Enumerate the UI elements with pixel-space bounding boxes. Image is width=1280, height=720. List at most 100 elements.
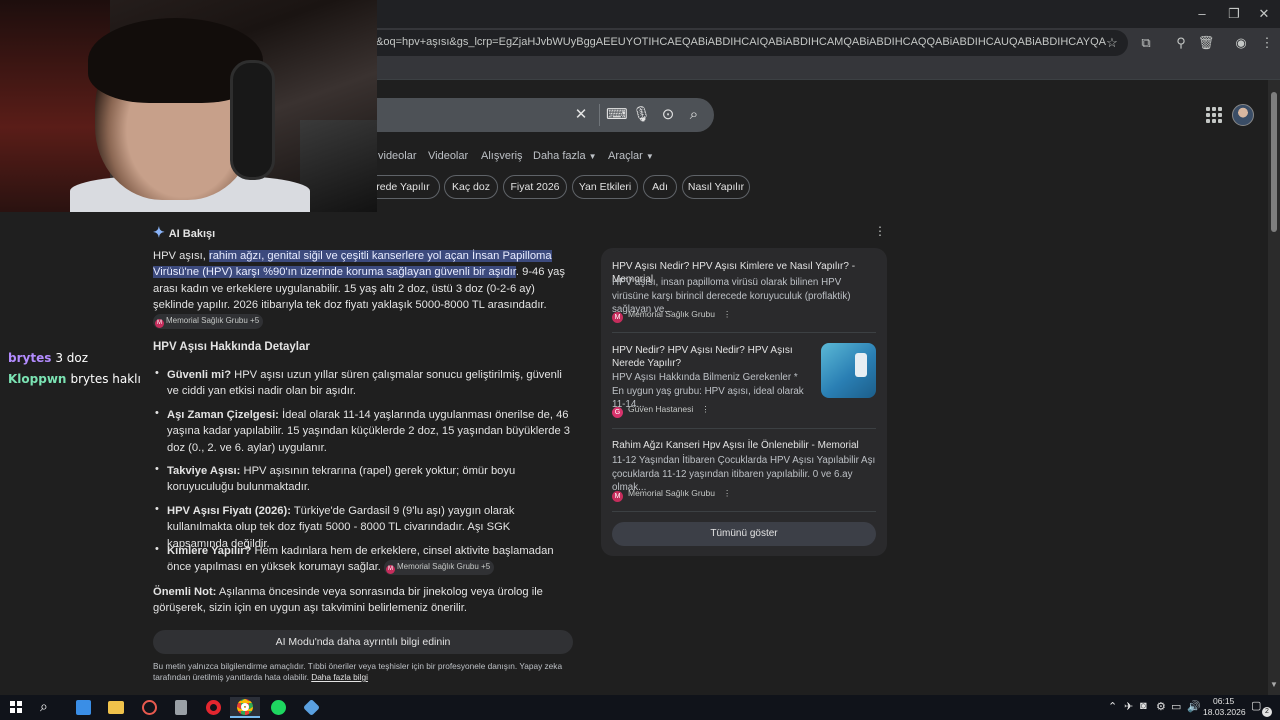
chevron-down-icon: ▼: [588, 152, 597, 161]
bullet-dot-icon: •: [155, 367, 159, 379]
citation-chip[interactable]: M Memorial Sağlık Grubu +5: [153, 314, 264, 330]
bullet-label: Kimlere Yapılır?: [167, 545, 252, 557]
details-heading: HPV Aşısı Hakkında Detaylar: [153, 341, 310, 353]
lens-icon[interactable]: ⊙: [659, 106, 677, 124]
chat-text: brytes haklı: [70, 372, 141, 386]
chrome-icon: [237, 699, 253, 715]
taskbar-chrome[interactable]: [230, 697, 260, 718]
clear-search-icon[interactable]: ✕: [572, 106, 590, 124]
vaccine-thumbnail[interactable]: [821, 343, 876, 398]
ai-mode-button[interactable]: AI Modu'nda daha ayrıntılı bilgi edinin: [153, 630, 573, 654]
taskbar-file-explorer[interactable]: [101, 697, 131, 718]
more-options-icon[interactable]: ⋮: [701, 404, 710, 414]
taskbar-app[interactable]: [296, 697, 326, 718]
windows-start-icon[interactable]: [10, 701, 22, 713]
spotify-icon: [270, 700, 286, 715]
source-site-name: Memorial Sağlık Grubu: [628, 309, 715, 319]
bullet-label: Takviye Aşısı:: [167, 465, 241, 477]
profile-icon[interactable]: ◉: [1232, 34, 1250, 52]
more-options-icon[interactable]: ⋮: [723, 309, 732, 319]
source-site-name: Güven Hastanesi: [628, 404, 694, 414]
scroll-down-arrow-icon[interactable]: ▼: [1268, 680, 1280, 692]
note-label: Önemli Not:: [153, 586, 217, 598]
tab-more[interactable]: Daha fazla ▼: [533, 150, 597, 162]
source-site[interactable]: G Güven Hastanesi ⋮: [612, 404, 710, 418]
search-icon[interactable]: ⌕: [685, 106, 703, 124]
bookmark-star-icon[interactable]: ☆: [1103, 34, 1121, 52]
extensions-icon[interactable]: ⧉: [1137, 34, 1155, 52]
memorial-logo-icon: M: [155, 319, 164, 329]
more-options-icon[interactable]: ⋮: [874, 224, 886, 238]
chevron-down-icon: ▼: [645, 152, 654, 161]
taskbar-opera[interactable]: [198, 697, 228, 718]
tab-videolar-partial[interactable]: videolar: [378, 150, 417, 162]
network-icon[interactable]: ▭: [1171, 700, 1181, 713]
summary-prefix: HPV aşısı,: [153, 250, 209, 262]
discord-icon[interactable]: ◙: [1140, 700, 1147, 712]
bullet-label: Aşı Zaman Çizelgesi:: [167, 409, 279, 421]
scrollbar-thumb[interactable]: [1271, 92, 1277, 232]
divider: [612, 428, 876, 429]
search-icon[interactable]: ⌕: [40, 698, 48, 715]
detail-bullet: Kimlere Yapılır? Hem kadınlara hem de er…: [167, 543, 573, 576]
chip-adi[interactable]: Adı: [643, 175, 677, 199]
tray-app-icon[interactable]: ✈: [1124, 700, 1133, 713]
clock-time[interactable]: 06:15: [1213, 696, 1234, 706]
tab-videolar[interactable]: Videolar: [428, 150, 468, 162]
detail-bullet: Aşı Zaman Çizelgesi: İdeal olarak 11-14 …: [167, 407, 573, 456]
bullet-dot-icon: •: [155, 503, 159, 515]
opera-icon: [205, 700, 221, 715]
citation-label: Memorial Sağlık Grubu +5: [166, 316, 260, 326]
source-title-link[interactable]: HPV Nedir? HPV Aşısı Nedir? HPV Aşısı Ne…: [612, 344, 812, 370]
taskbar-app[interactable]: [134, 697, 164, 718]
chip-nasil-yapilir[interactable]: Nasıl Yapılır: [682, 175, 750, 199]
chip-fiyat-2026[interactable]: Fiyat 2026: [503, 175, 567, 199]
chip-yan-etkileri[interactable]: Yan Etkileri: [572, 175, 638, 199]
bullet-dot-icon: •: [155, 407, 159, 419]
divider: [612, 511, 876, 512]
taskbar-app[interactable]: [68, 697, 98, 718]
tray-overflow-icon[interactable]: ⌃: [1108, 700, 1117, 713]
trash-icon[interactable]: 🗑: [1197, 34, 1215, 52]
restore-icon[interactable]: ❐: [1226, 6, 1242, 22]
memorial-logo-icon: M: [612, 491, 623, 502]
chat-text: 3 doz: [55, 351, 89, 365]
taskbar-spotify[interactable]: [263, 697, 293, 718]
sidebar-pin-icon[interactable]: ⚲: [1172, 34, 1190, 52]
ai-overview-title: ✦ AI Bakışı: [153, 224, 215, 241]
volume-icon[interactable]: 🔊: [1187, 700, 1201, 713]
google-apps-icon[interactable]: [1206, 107, 1222, 123]
microphone-icon[interactable]: 🎙: [632, 106, 651, 124]
bullet-label: Güvenli mi?: [167, 369, 232, 381]
app-icon: [302, 699, 320, 716]
bullet-dot-icon: •: [155, 463, 159, 475]
learn-more-link[interactable]: Daha fazla bilgi: [311, 672, 368, 682]
source-title-link[interactable]: Rahim Ağzı Kanseri Hpv Aşısı İle Önleneb…: [612, 439, 878, 452]
tab-tools[interactable]: Araçlar ▼: [608, 150, 654, 162]
search-divider: [599, 104, 600, 126]
close-icon[interactable]: ✕: [1256, 6, 1272, 22]
citation-chip[interactable]: M Memorial Sağlık Grubu +5: [384, 560, 495, 576]
ai-overview-summary: HPV aşısı, rahim ağzı, genital siğil ve …: [153, 248, 573, 330]
guven-logo-icon: G: [612, 407, 623, 418]
clock-date[interactable]: 18.03.2026: [1203, 707, 1246, 717]
source-site[interactable]: M Memorial Sağlık Grubu ⋮: [612, 488, 731, 502]
tray-settings-icon[interactable]: ⚙: [1156, 700, 1166, 713]
keyboard-icon[interactable]: ⌨: [606, 106, 628, 124]
more-options-icon[interactable]: ⋮: [723, 488, 732, 498]
chat-username: brytes: [8, 351, 52, 365]
browser-menu-icon[interactable]: ⋮: [1258, 34, 1276, 52]
tab-alisveris[interactable]: Alışveriş: [481, 150, 523, 162]
folder-icon: [108, 701, 124, 714]
source-site[interactable]: M Memorial Sağlık Grubu ⋮: [612, 309, 731, 323]
ai-disclaimer: Bu metin yalnızca bilgilendirme amaçlıdı…: [153, 661, 573, 683]
url-text[interactable]: &oq=hpv+aşısı&gs_lcrp=EgZjaHJvbWUyBggAEE…: [376, 36, 1106, 48]
detail-bullet: Takviye Aşısı: HPV aşısının tekrarına (r…: [167, 463, 573, 496]
app-icon: [141, 700, 157, 715]
chip-kac-doz[interactable]: Kaç doz: [444, 175, 498, 199]
show-all-button[interactable]: Tümünü göster: [612, 522, 876, 546]
account-avatar[interactable]: [1232, 104, 1254, 126]
notification-center-icon[interactable]: ▢: [1251, 699, 1261, 712]
minimize-icon[interactable]: –: [1194, 6, 1210, 22]
taskbar-calculator[interactable]: [166, 697, 196, 718]
